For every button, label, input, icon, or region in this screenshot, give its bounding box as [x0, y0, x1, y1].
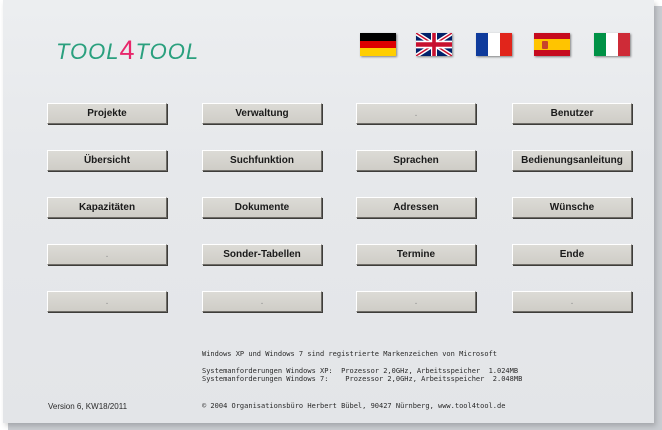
- logo-prefix: TOOL: [56, 39, 120, 64]
- verwaltung-button[interactable]: Verwaltung: [202, 103, 322, 124]
- empty-button-r5c3[interactable]: .: [356, 291, 476, 312]
- copyright-note: © 2004 Organisationsbüro Herbert Bübel, …: [202, 402, 506, 410]
- empty-button-r5c4[interactable]: .: [512, 291, 632, 312]
- logo-suffix: TOOL: [135, 39, 200, 64]
- tool4tool-logo: TOOL4TOOL: [56, 35, 199, 66]
- version-label: Version 6, KW18/2011: [48, 402, 128, 411]
- german-flag-icon[interactable]: [360, 33, 396, 56]
- uk-flag-icon[interactable]: [416, 33, 452, 56]
- system-requirements-win7: Systemanforderungen Windows 7: Prozessor…: [202, 375, 523, 383]
- dokumente-button[interactable]: Dokumente: [202, 197, 322, 218]
- uebersicht-button[interactable]: Übersicht: [47, 150, 167, 171]
- termine-button[interactable]: Termine: [356, 244, 476, 265]
- sprachen-button[interactable]: Sprachen: [356, 150, 476, 171]
- empty-button-r5c1[interactable]: .: [47, 291, 167, 312]
- projekte-button[interactable]: Projekte: [47, 103, 167, 124]
- empty-button-r4c1[interactable]: .: [47, 244, 167, 265]
- adressen-button[interactable]: Adressen: [356, 197, 476, 218]
- wuensche-button[interactable]: Wünsche: [512, 197, 632, 218]
- benutzer-button[interactable]: Benutzer: [512, 103, 632, 124]
- trademark-note: Windows XP und Windows 7 sind registrier…: [202, 350, 498, 358]
- kapazitaeten-button[interactable]: Kapazitäten: [47, 197, 167, 218]
- spanish-flag-icon[interactable]: [534, 33, 570, 56]
- ende-button[interactable]: Ende: [512, 244, 632, 265]
- empty-button-r5c2[interactable]: .: [202, 291, 322, 312]
- logo-four: 4: [119, 35, 136, 65]
- italian-flag-icon[interactable]: [594, 33, 630, 56]
- sonder-tabellen-button[interactable]: Sonder-Tabellen: [202, 244, 322, 265]
- suchfunktion-button[interactable]: Suchfunktion: [202, 150, 322, 171]
- bedienungsanleitung-button[interactable]: Bedienungsanleitung: [512, 150, 632, 171]
- empty-button-r1c3[interactable]: .: [356, 103, 476, 124]
- french-flag-icon[interactable]: [476, 33, 512, 56]
